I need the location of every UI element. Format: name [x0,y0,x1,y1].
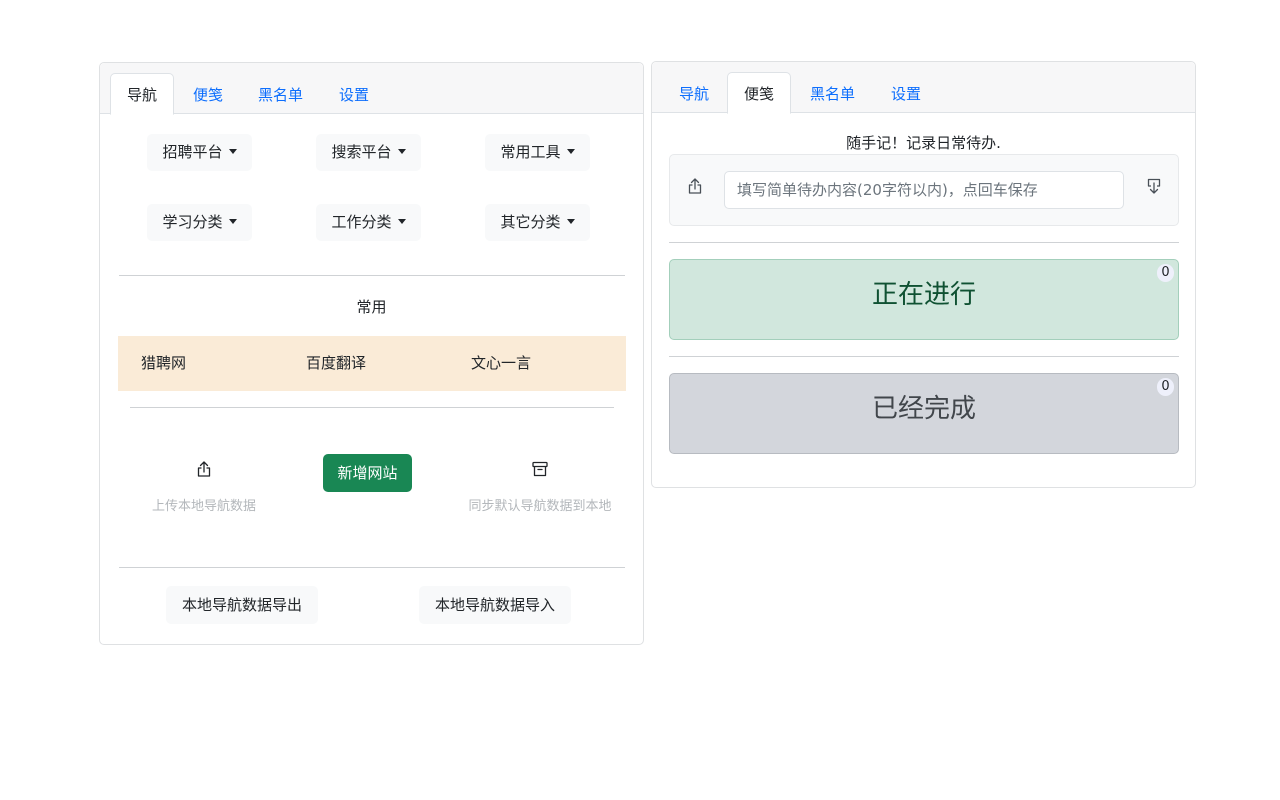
note-input-group [669,154,1179,226]
caret-down-icon [566,219,575,224]
category-dropdown-tools[interactable]: 常用工具 [485,134,590,171]
common-section-title: 常用 [356,298,387,316]
category-dropdown-work[interactable]: 工作分类 [316,204,421,241]
export-local-nav-button[interactable]: 本地导航数据导出 [166,586,318,624]
done-count-badge: 0 [1157,378,1174,396]
archive-box-icon[interactable] [530,459,550,479]
divider [669,356,1179,357]
tab-settings[interactable]: 设置 [874,72,938,114]
tab-notes[interactable]: 便笺 [176,73,240,115]
in-progress-label: 正在进行 [871,280,976,310]
notes-tab-bar: 导航 便笺 黑名单 设置 [652,62,1195,114]
navigation-panel: 导航 便笺 黑名单 设置 招聘平台 搜索平台 常用工具 学习分类 工作分类 其它… [99,62,644,645]
common-link-liepin[interactable]: 猎聘网 [141,336,186,391]
caret-down-icon [397,149,406,154]
category-dropdown-study[interactable]: 学习分类 [147,204,252,241]
tab-navigation[interactable]: 导航 [662,72,726,114]
upload-local-nav-label: 上传本地导航数据 [151,499,256,514]
divider [130,407,614,408]
done-box[interactable]: 已经完成 0 [669,373,1179,454]
notes-title: 随手记！记录日常待办. [846,134,1001,152]
divider [669,242,1179,243]
in-progress-count-badge: 0 [1157,264,1174,282]
category-dropdown-other[interactable]: 其它分类 [485,204,590,241]
in-progress-box[interactable]: 正在进行 0 [669,259,1179,340]
common-link-wenxin[interactable]: 文心一言 [471,336,531,391]
share-upload-icon[interactable] [685,176,705,196]
caret-down-icon [566,149,575,154]
tab-blacklist[interactable]: 黑名单 [793,72,872,114]
sync-default-nav-label: 同步默认导航数据到本地 [468,499,612,514]
notes-panel: 导航 便笺 黑名单 设置 随手记！记录日常待办. 正在进行 0 已经完成 0 [651,61,1196,488]
add-site-button[interactable]: 新增网站 [323,454,412,492]
caret-down-icon [228,149,237,154]
divider [119,567,625,568]
todo-input[interactable] [724,171,1124,209]
tab-settings[interactable]: 设置 [322,73,386,115]
category-dropdown-recruitment[interactable]: 招聘平台 [147,134,252,171]
caret-down-icon [228,219,237,224]
common-link-baidu-translate[interactable]: 百度翻译 [306,336,366,391]
tab-navigation[interactable]: 导航 [110,73,175,115]
share-upload-icon[interactable] [194,459,214,479]
tab-blacklist[interactable]: 黑名单 [241,73,320,115]
tab-notes[interactable]: 便笺 [727,72,792,114]
common-links-row: 猎聘网 百度翻译 文心一言 [118,336,626,391]
import-local-nav-button[interactable]: 本地导航数据导入 [419,586,571,624]
done-label: 已经完成 [871,394,976,424]
download-icon[interactable] [1144,176,1164,196]
caret-down-icon [397,219,406,224]
divider [119,275,625,276]
category-dropdown-search[interactable]: 搜索平台 [316,134,421,171]
nav-tab-bar: 导航 便笺 黑名单 设置 [100,63,643,115]
